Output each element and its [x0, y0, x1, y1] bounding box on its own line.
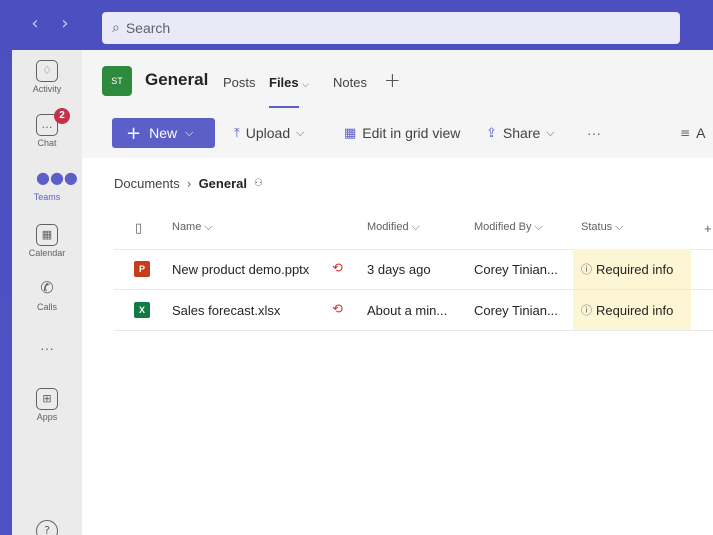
column-header-modified[interactable]: Modified ⌵ [367, 221, 420, 234]
rail-label: Chat [37, 138, 57, 148]
tab-posts[interactable]: Posts [223, 75, 256, 90]
back-icon[interactable]: ‹ [26, 14, 44, 34]
modified-by-cell: Corey Tinian... [474, 303, 558, 318]
add-column-icon[interactable]: + [704, 221, 712, 236]
rail-item-calls[interactable]: ✆ Calls [12, 278, 82, 312]
breadcrumb-current: General [198, 176, 247, 191]
upload-label: Upload [245, 125, 291, 141]
shared-link-icon: ⟲ [332, 302, 343, 317]
share-label: Share [502, 125, 541, 141]
upload-button[interactable]: ⤒ Upload ⌵ [234, 125, 304, 141]
modified-by-cell: Corey Tinian... [474, 262, 558, 277]
tab-notes[interactable]: Notes [333, 75, 367, 90]
file-type-icon: ▯ [135, 221, 143, 236]
bell-icon: ♢ [36, 60, 58, 82]
title-bar: ‹ › ⌕ Search [0, 0, 713, 50]
phone-icon: ✆ [40, 278, 54, 297]
rail-item-apps[interactable]: ⊞ Apps [12, 388, 82, 422]
rail-label: Calendar [28, 248, 66, 258]
header-label: Modified By [474, 221, 532, 233]
rail-item-help[interactable]: ? [12, 520, 82, 535]
share-icon: ⇪ [486, 125, 497, 141]
more-options-button[interactable]: ··· [587, 125, 601, 141]
rail-item-more[interactable]: ··· [12, 340, 82, 356]
rail-label: Activity [32, 84, 62, 94]
forward-icon[interactable]: › [56, 14, 74, 34]
apps-icon: ⊞ [36, 388, 58, 410]
status-text: Required info [596, 302, 674, 318]
tab-files[interactable]: Files ⌵ [269, 75, 309, 90]
app-frame: ‹ › ⌕ Search ♢ Activity … 2 Chat ●●● Tea… [0, 0, 713, 535]
info-icon: ⓘ [581, 263, 592, 276]
breadcrumb: Documents › General ⚇ [114, 176, 263, 191]
rail-label: Apps [36, 412, 58, 422]
channel-header: ST General Posts Files ⌵ Notes + [82, 50, 713, 108]
more-icon: ··· [40, 340, 54, 356]
column-header-name[interactable]: Name ⌵ [172, 221, 213, 234]
rail-item-calendar[interactable]: ▦ Calendar [12, 224, 82, 258]
grid-icon: ▦ [344, 125, 357, 141]
table-row[interactable]: X Sales forecast.xlsx ⟲ About a min... C… [82, 290, 713, 330]
modified-cell: About a min... [367, 303, 448, 318]
more-icon: ··· [587, 125, 601, 141]
upload-icon: ⤒ [234, 125, 240, 141]
rail-item-chat[interactable]: … 2 Chat [12, 108, 82, 148]
modified-cell: 3 days ago [367, 262, 431, 277]
status-badge[interactable]: ⓘ Required info [573, 249, 691, 289]
new-label: New [149, 125, 178, 141]
view-icon: ≡ [680, 126, 691, 140]
grid-label: Edit in grid view [362, 125, 461, 141]
header-label: Name [172, 221, 202, 233]
rail-label: Calls [36, 302, 57, 312]
rail-item-teams[interactable]: ●●● Teams [12, 168, 82, 202]
shared-icon: ⚇ [253, 178, 263, 189]
file-name[interactable]: Sales forecast.xlsx [172, 303, 280, 318]
info-icon: ⓘ [581, 304, 592, 317]
header-label: Modified [367, 221, 409, 233]
chevron-down-icon: ⌵ [296, 126, 305, 139]
chevron-down-icon: ⌵ [546, 126, 555, 139]
view-label: A [696, 125, 706, 141]
status-badge[interactable]: ⓘ Required info [573, 290, 691, 330]
file-name[interactable]: New product demo.pptx [172, 262, 309, 277]
help-icon: ? [36, 520, 58, 535]
search-icon: ⌕ [112, 20, 120, 36]
calendar-icon: ▦ [36, 224, 58, 246]
chevron-right-icon: › [186, 176, 192, 191]
teams-icon: ●●● [36, 168, 78, 187]
command-bar: + New ⌵ ⤒ Upload ⌵ ▦ Edit in grid view ⇪… [82, 108, 713, 158]
search-placeholder: Search [125, 20, 171, 36]
header-label: Status [581, 221, 613, 233]
column-header-modified-by[interactable]: Modified By ⌵ [474, 221, 543, 234]
channel-name: General [145, 70, 209, 89]
unread-badge: 2 [54, 108, 70, 124]
excel-icon: X [134, 302, 150, 318]
add-tab-icon[interactable]: + [384, 68, 401, 92]
rail-label: Teams [33, 192, 61, 202]
share-button[interactable]: ⇪ Share ⌵ [486, 125, 555, 141]
search-input[interactable]: ⌕ Search [102, 12, 680, 44]
app-rail: ♢ Activity … 2 Chat ●●● Teams ▦ Calendar… [12, 50, 82, 535]
rail-item-activity[interactable]: ♢ Activity [12, 60, 82, 94]
plus-icon: + [126, 122, 142, 144]
shared-link-icon: ⟲ [332, 261, 343, 276]
chevron-down-icon: ⌵ [302, 79, 310, 89]
view-options-button[interactable]: ≡ A [680, 125, 705, 141]
table-row[interactable]: P New product demo.pptx ⟲ 3 days ago Cor… [82, 249, 713, 289]
edit-grid-button[interactable]: ▦ Edit in grid view [344, 125, 460, 141]
new-button[interactable]: + New ⌵ [112, 118, 215, 148]
divider [114, 330, 713, 331]
column-header-status[interactable]: Status ⌵ [581, 221, 624, 234]
chevron-down-icon: ⌵ [185, 126, 194, 139]
status-text: Required info [596, 261, 674, 277]
team-avatar: ST [102, 66, 132, 96]
tab-files-label: Files [269, 75, 299, 90]
files-panel: ST General Posts Files ⌵ Notes + + New ⌵… [82, 50, 713, 535]
breadcrumb-documents[interactable]: Documents [114, 176, 180, 191]
powerpoint-icon: P [134, 261, 150, 277]
